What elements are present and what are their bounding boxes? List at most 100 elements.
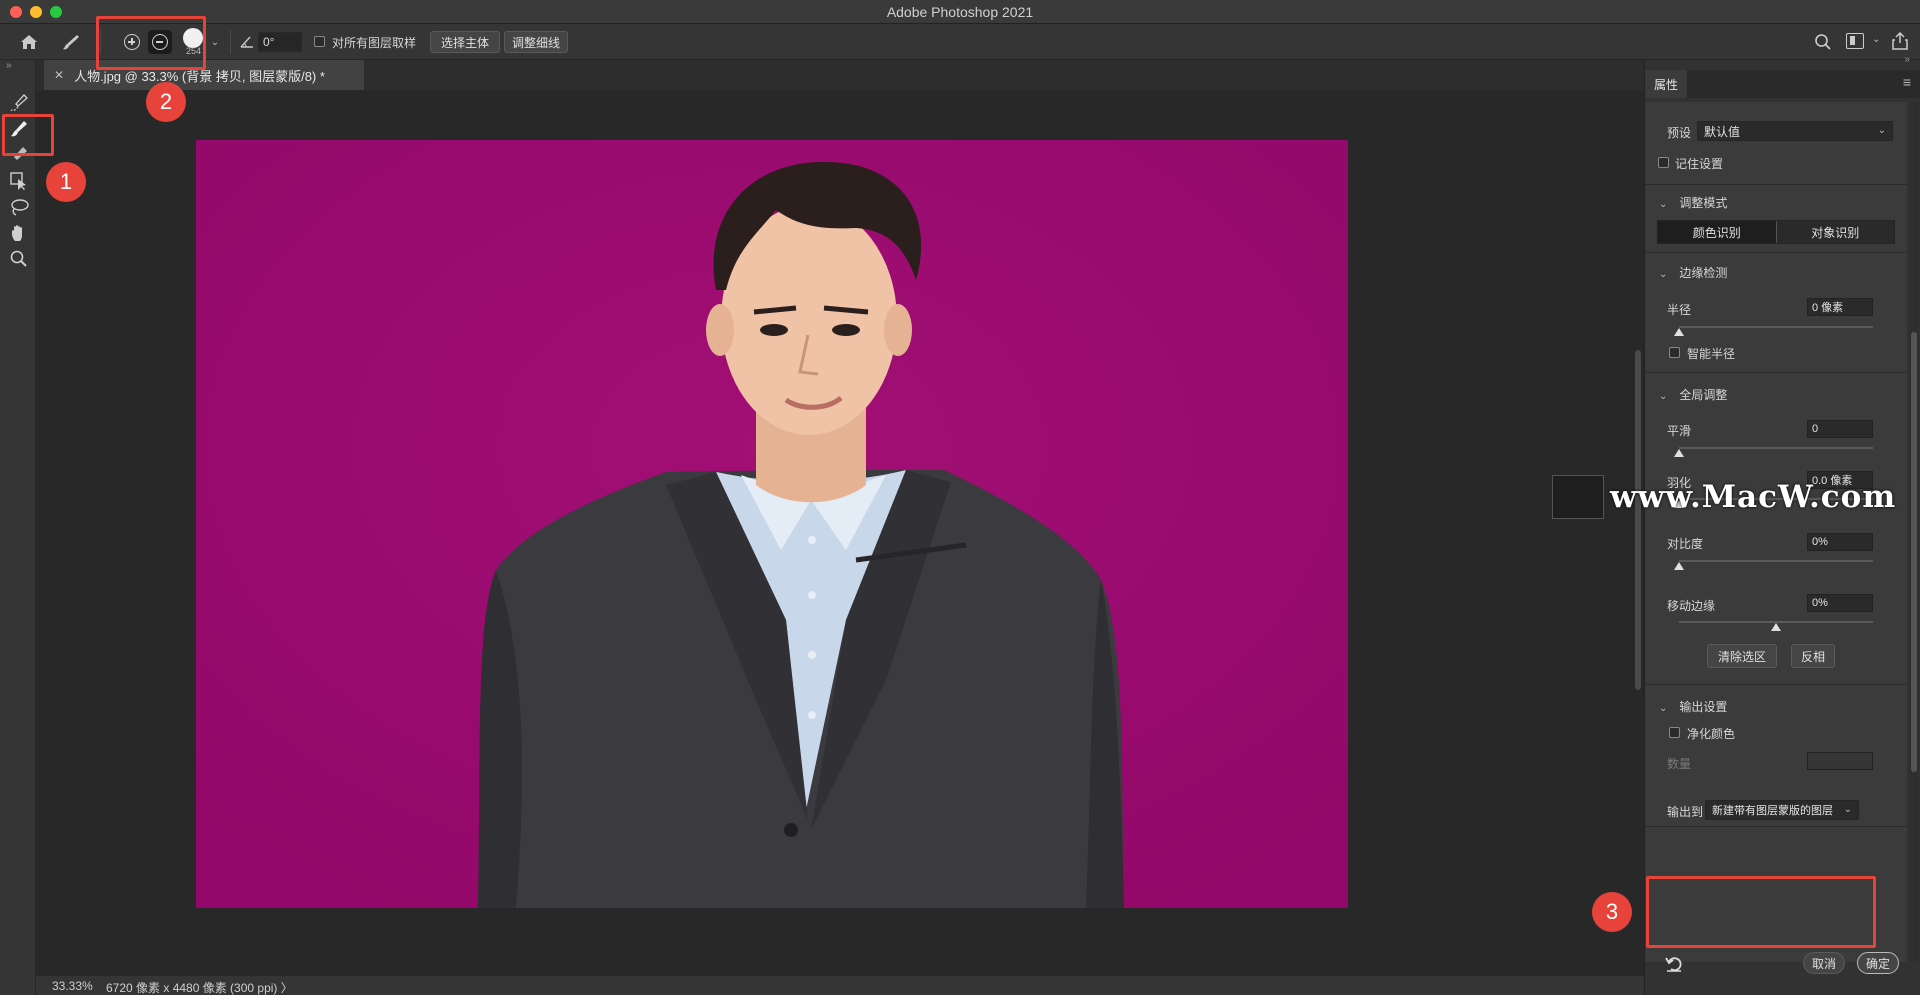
app-title: Adobe Photoshop 2021 (886, 4, 1034, 20)
amount-label: 数量 (1667, 757, 1692, 771)
panel-scrollbar-thumb[interactable] (1911, 332, 1917, 772)
cancel-button[interactable]: 取消 (1803, 952, 1845, 974)
annotation-box-2 (96, 16, 206, 70)
remember-settings-checkbox[interactable] (1658, 157, 1669, 168)
global-refinements-section[interactable]: ⌄ 全局调整 (1659, 386, 1727, 403)
chevron-down-icon: ⌄ (1843, 804, 1852, 815)
output-to-select[interactable]: 新建带有图层蒙版的图层 ⌄ (1705, 800, 1859, 820)
quick-selection-brush-icon (10, 94, 28, 112)
photoshop-window: Adobe Photoshop 2021 254 ⌄ 0° 对所有图层取样 选择… (0, 0, 1920, 995)
refine-mode-section[interactable]: ⌄ 调整模式 (1659, 194, 1727, 211)
shift-edge-input[interactable]: 0% (1807, 594, 1873, 612)
radius-slider[interactable] (1679, 326, 1873, 328)
sample-all-layers-checkbox[interactable] (314, 36, 325, 47)
object-selection-tool[interactable] (8, 170, 30, 192)
workspace-icon[interactable] (1846, 33, 1864, 49)
output-settings-section-label: 输出设置 (1679, 700, 1728, 714)
brush-angle-input[interactable]: 0° (258, 32, 302, 52)
invert-button[interactable]: 反相 (1791, 644, 1835, 668)
expand-panel-icon[interactable]: » (6, 60, 12, 71)
tab-properties[interactable]: 属性 (1645, 70, 1687, 98)
home-icon (21, 35, 37, 49)
output-settings-section[interactable]: ⌄ 输出设置 (1659, 698, 1727, 715)
ok-button[interactable]: 确定 (1857, 952, 1899, 974)
vertical-scrollbar[interactable] (1632, 90, 1644, 975)
hand-tool[interactable] (8, 222, 30, 244)
divider (1645, 372, 1907, 373)
object-selection-icon (10, 172, 26, 190)
smooth-slider-thumb[interactable] (1674, 449, 1684, 457)
smooth-slider[interactable] (1679, 447, 1873, 449)
separator (230, 30, 231, 54)
lasso-tool[interactable] (8, 196, 30, 218)
refine-mode-switch: 颜色识别 对象识别 (1657, 220, 1895, 244)
color-aware-button[interactable]: 颜色识别 (1658, 221, 1776, 243)
smart-radius-checkbox[interactable] (1669, 347, 1680, 358)
decontaminate-colors-label: 净化颜色 (1687, 727, 1736, 741)
radius-slider-thumb[interactable] (1674, 328, 1684, 336)
annotation-badge-1: 1 (46, 162, 86, 202)
preset-label: 预设 (1667, 126, 1692, 140)
panel-menu-icon[interactable]: ≡ (1903, 74, 1911, 90)
clear-selection-button[interactable]: 清除选区 (1707, 644, 1777, 668)
reset-icon[interactable] (1665, 956, 1683, 972)
contrast-input[interactable]: 0% (1807, 533, 1873, 551)
watermark: www.MacW.com (1552, 475, 1896, 519)
panel-tab-row: 属性 ≡ (1645, 70, 1920, 98)
sample-all-layers-label: 对所有图层取样 (332, 36, 417, 50)
annotation-box-1 (2, 114, 54, 156)
share-icon[interactable] (1892, 32, 1908, 50)
smooth-label: 平滑 (1667, 424, 1692, 438)
chevron-down-icon[interactable]: ⌄ (1872, 34, 1880, 45)
watermark-logo (1552, 475, 1604, 519)
divider (1645, 252, 1907, 253)
annotation-box-3 (1646, 876, 1876, 948)
document-tab-bar: ✕ 人物.jpg @ 33.3% (背景 拷贝, 图层蒙版/8) * (36, 60, 1644, 90)
zoom-level[interactable]: 33.33% (52, 979, 93, 993)
panel-scrollbar[interactable] (1909, 102, 1919, 962)
radius-input[interactable]: 0 像素 (1807, 298, 1873, 316)
vertical-scrollbar-thumb[interactable] (1635, 350, 1641, 690)
contrast-slider-thumb[interactable] (1674, 562, 1684, 570)
smart-radius-label: 智能半径 (1687, 347, 1736, 361)
shift-edge-slider-thumb[interactable] (1771, 623, 1781, 631)
chevron-down-icon: ⌄ (1877, 125, 1886, 136)
document-canvas[interactable] (196, 140, 1348, 908)
edge-detection-section[interactable]: ⌄ 边缘检测 (1659, 264, 1727, 281)
zoom-tool[interactable] (8, 248, 30, 270)
title-bar: Adobe Photoshop 2021 (0, 0, 1920, 24)
portrait-photo (196, 140, 1348, 908)
home-button[interactable] (14, 30, 44, 54)
smooth-input[interactable]: 0 (1807, 420, 1873, 438)
quick-selection-tool[interactable] (8, 92, 30, 114)
brush-settings-dropdown[interactable]: ⌄ (208, 30, 222, 54)
chevron-down-icon: ⌄ (1659, 703, 1668, 714)
status-bar: 33.33% 6720 像素 x 4480 像素 (300 ppi) 〉 (36, 975, 1644, 995)
tool-preset-picker[interactable] (56, 30, 86, 54)
document-info[interactable]: 6720 像素 x 4480 像素 (300 ppi) 〉 (106, 979, 293, 995)
chevron-down-icon: ⌄ (1659, 391, 1668, 402)
annotation-badge-3: 3 (1592, 892, 1632, 932)
tools-panel: » (0, 60, 36, 995)
properties-panel: » 属性 ≡ 预设 默认值 ⌄ 记住设置 ⌄ 调整模式 颜色识别 对象识别 ⌄ 边缘… (1644, 54, 1920, 995)
refine-hair-button[interactable]: 调整细线 (504, 31, 568, 53)
decontaminate-colors-checkbox[interactable] (1669, 727, 1680, 738)
collapse-panel-icon[interactable]: » (1904, 54, 1910, 65)
preset-select[interactable]: 默认值 ⌄ (1697, 121, 1893, 141)
hand-icon (12, 225, 22, 241)
canvas-area[interactable] (36, 90, 1632, 990)
properties-body: 预设 默认值 ⌄ 记住设置 ⌄ 调整模式 颜色识别 对象识别 ⌄ 边缘检测 半径 0… (1645, 102, 1907, 962)
chevron-down-icon: ⌄ (210, 36, 220, 48)
close-tab-icon[interactable]: ✕ (54, 68, 64, 82)
divider (1645, 184, 1907, 185)
contrast-slider[interactable] (1679, 560, 1873, 562)
output-to-value: 新建带有图层蒙版的图层 (1712, 805, 1833, 817)
radius-label: 半径 (1667, 303, 1692, 317)
divider (1645, 826, 1907, 827)
object-aware-button[interactable]: 对象识别 (1775, 221, 1895, 243)
refine-edge-brush-icon (63, 35, 79, 50)
select-subject-button[interactable]: 选择主体 (430, 31, 500, 53)
search-icon[interactable] (1814, 33, 1832, 51)
chevron-down-icon: ⌄ (1659, 199, 1668, 210)
lasso-icon (11, 199, 29, 216)
